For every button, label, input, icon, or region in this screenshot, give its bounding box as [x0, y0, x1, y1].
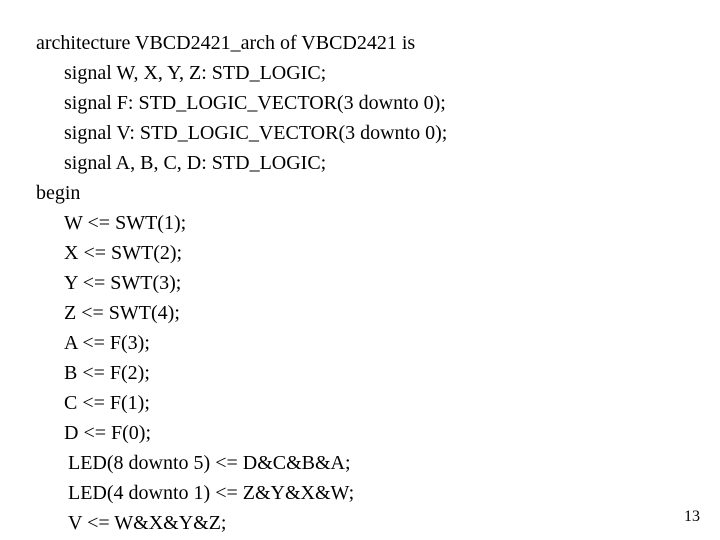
code-line-4: signal V: STD_LOGIC_VECTOR(3 downto 0);: [36, 118, 684, 148]
slide-content: architecture VBCD2421_arch of VBCD2421 i…: [0, 0, 720, 538]
code-line-7: W <= SWT(1);: [36, 208, 684, 238]
code-line-15: LED(8 downto 5) <= D&C&B&A;: [36, 448, 684, 478]
code-line-1: architecture VBCD2421_arch of VBCD2421 i…: [36, 28, 684, 58]
code-line-2: signal W, X, Y, Z: STD_LOGIC;: [36, 58, 684, 88]
code-line-9: Y <= SWT(3);: [36, 268, 684, 298]
code-line-6: begin: [36, 178, 684, 208]
code-line-3: signal F: STD_LOGIC_VECTOR(3 downto 0);: [36, 88, 684, 118]
code-line-13: C <= F(1);: [36, 388, 684, 418]
page-number: 13: [684, 508, 700, 526]
code-line-16: LED(4 downto 1) <= Z&Y&X&W;: [36, 478, 684, 508]
code-line-5: signal A, B, C, D: STD_LOGIC;: [36, 148, 684, 178]
code-line-12: B <= F(2);: [36, 358, 684, 388]
code-line-8: X <= SWT(2);: [36, 238, 684, 268]
code-line-14: D <= F(0);: [36, 418, 684, 448]
code-line-11: A <= F(3);: [36, 328, 684, 358]
code-line-17: V <= W&X&Y&Z;: [36, 508, 684, 538]
code-line-10: Z <= SWT(4);: [36, 298, 684, 328]
